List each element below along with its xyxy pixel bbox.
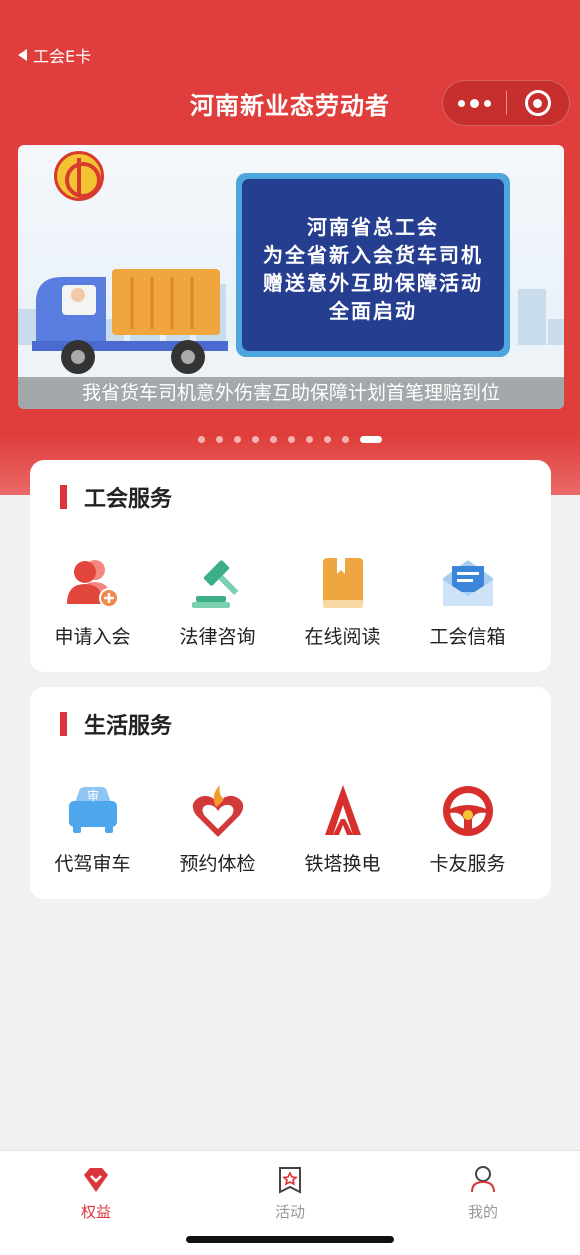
board-line: 全面启动 <box>329 299 417 323</box>
target-icon <box>524 90 551 116</box>
section-title: 工会服务 <box>60 482 172 512</box>
carousel-dot[interactable] <box>288 436 295 443</box>
truck-illustration <box>32 269 228 374</box>
carousel-indicator <box>0 436 580 443</box>
more-dot-icon <box>457 99 465 107</box>
board-line: 赠送意外互助保障活动 <box>263 271 483 295</box>
carousel-dot[interactable] <box>270 436 277 443</box>
carousel-dot[interactable] <box>306 436 313 443</box>
service-label: 铁塔换电 <box>304 853 381 875</box>
trucker-service-button[interactable]: 卡友服务 <box>405 783 530 876</box>
title-accent-bar <box>60 712 67 736</box>
board-line: 河南省总工会 <box>307 215 439 239</box>
diamond-icon <box>84 1168 108 1192</box>
online-reading-button[interactable]: 在线阅读 <box>280 556 405 649</box>
board-line: 为全省新入会货车司机 <box>263 243 483 267</box>
carousel-dot[interactable] <box>324 436 331 443</box>
mailbox-icon <box>442 560 493 606</box>
union-mailbox-button[interactable]: 工会信箱 <box>405 556 530 649</box>
carousel-dot[interactable] <box>252 436 259 443</box>
section-title-text: 工会服务 <box>84 487 173 512</box>
back-button[interactable]: 工会E卡 <box>18 42 91 68</box>
tab-benefits[interactable]: 权益 <box>46 1165 146 1222</box>
service-label: 申请入会 <box>54 626 131 648</box>
announcement-board: 河南省总工会 为全省新入会货车司机 赠送意外互助保障活动 全面启动 <box>236 173 510 357</box>
life-services-card: 生活服务 审 代驾审车 预约体检 铁塔换电 卡友服务 <box>30 687 551 899</box>
banner-caption: 我省货车司机意外伤害互助保障计划首笔理赔到位 <box>18 377 564 409</box>
car-inspection-icon: 审 <box>68 787 117 833</box>
gavel-icon <box>191 560 238 608</box>
service-label: 在线阅读 <box>304 626 381 648</box>
close-miniprogram-button[interactable] <box>506 81 569 125</box>
profile-icon <box>471 1166 495 1193</box>
carousel-dot[interactable] <box>198 436 205 443</box>
carousel-dot[interactable] <box>216 436 223 443</box>
tab-label: 活动 <box>274 1203 305 1221</box>
service-label: 法律咨询 <box>179 626 256 648</box>
title-accent-bar <box>60 485 67 509</box>
health-check-icon <box>192 785 243 837</box>
section-title: 生活服务 <box>60 709 172 739</box>
legal-consult-button[interactable]: 法律咨询 <box>155 556 280 649</box>
activity-icon <box>279 1167 301 1194</box>
svg-text:审: 审 <box>86 788 98 803</box>
tab-mine[interactable]: 我的 <box>433 1165 533 1222</box>
carousel-dot[interactable] <box>234 436 241 443</box>
book-icon <box>322 558 363 608</box>
miniprogram-capsule <box>442 80 570 126</box>
more-dot-icon <box>469 98 479 108</box>
union-services-card: 工会服务 申请入会 法律咨询 在线阅读 工会信箱 <box>30 460 551 672</box>
back-arrow-icon <box>18 49 27 61</box>
service-label: 工会信箱 <box>429 626 506 648</box>
back-label: 工会E卡 <box>33 47 92 66</box>
tower-battery-icon <box>324 785 361 835</box>
more-menu-button[interactable] <box>443 81 506 125</box>
section-title-text: 生活服务 <box>84 714 173 739</box>
steering-wheel-icon <box>442 786 493 836</box>
carousel-dot[interactable] <box>342 436 349 443</box>
union-emblem-logo <box>54 151 104 201</box>
service-label: 预约体检 <box>179 853 256 875</box>
tab-label: 我的 <box>467 1203 498 1221</box>
tab-label: 权益 <box>80 1203 111 1221</box>
more-dot-icon <box>483 99 491 107</box>
car-inspection-button[interactable]: 审 代驾审车 <box>30 783 155 876</box>
service-label: 代驾审车 <box>54 853 131 875</box>
join-union-icon <box>66 560 119 608</box>
join-union-button[interactable]: 申请入会 <box>30 556 155 649</box>
tab-activities[interactable]: 活动 <box>240 1165 340 1222</box>
tower-battery-button[interactable]: 铁塔换电 <box>280 783 405 876</box>
service-label: 卡友服务 <box>429 853 506 875</box>
banner-carousel[interactable]: 河南省总工会 为全省新入会货车司机 赠送意外互助保障活动 全面启动 我省货车司机… <box>18 145 564 409</box>
health-check-button[interactable]: 预约体检 <box>155 783 280 876</box>
carousel-dot-active[interactable] <box>360 436 382 443</box>
home-indicator <box>186 1236 394 1243</box>
